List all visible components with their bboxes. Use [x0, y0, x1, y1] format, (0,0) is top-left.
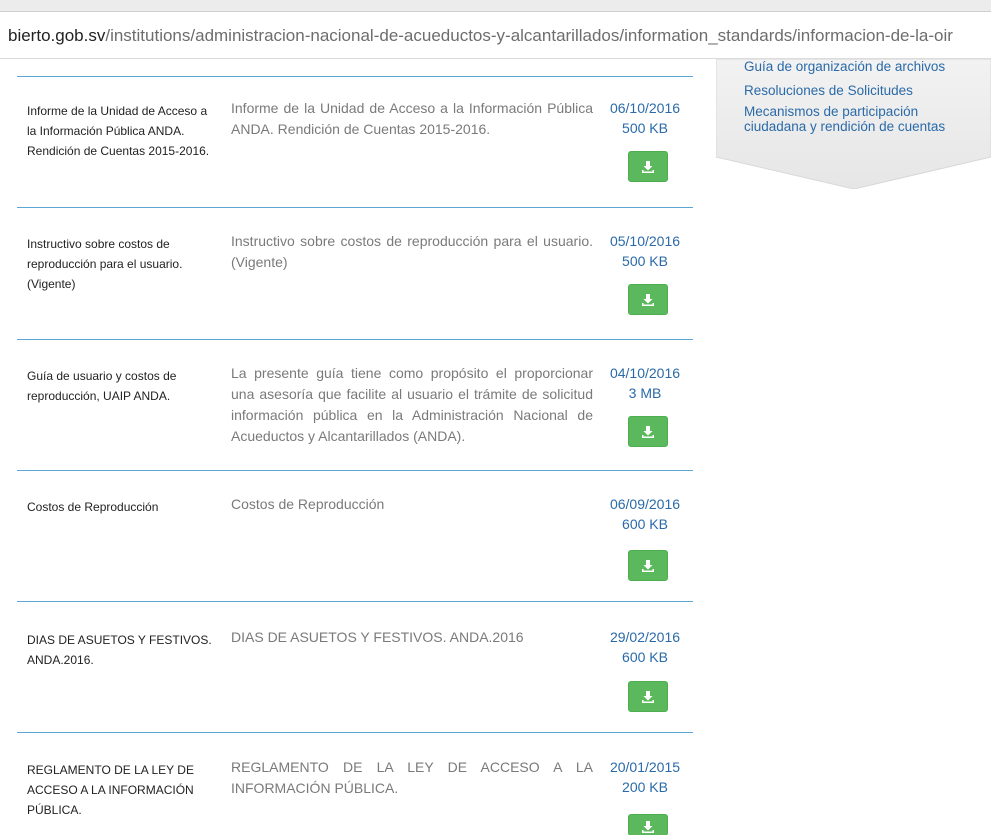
- document-size: 600 KB: [622, 516, 668, 532]
- address-url[interactable]: bierto.gob.sv/institutions/administracio…: [8, 26, 953, 46]
- row-divider: [17, 207, 693, 208]
- document-description: Costos de Reproducción: [231, 496, 385, 512]
- document-description: DIAS DE ASUETOS Y FESTIVOS. ANDA.2016: [231, 629, 524, 645]
- document-date: 29/02/2016: [609, 629, 681, 645]
- document-description: Instructivo sobre costos de reproducción…: [231, 233, 593, 270]
- download-icon: [642, 559, 654, 572]
- document-description: La presente guía tiene como propósito el…: [231, 365, 593, 444]
- row-divider: [17, 339, 693, 340]
- download-icon: [642, 821, 654, 833]
- document-date: 04/10/2016: [609, 365, 681, 381]
- document-size: 600 KB: [622, 649, 668, 665]
- url-host: bierto.gob.sv: [8, 26, 106, 45]
- document-title: Instructivo sobre costos de reproducción…: [27, 237, 183, 291]
- sidebar-link-guia-organizacion-archivos[interactable]: Guía de organización de archivos: [744, 59, 984, 74]
- document-description: REGLAMENTO DE LA LEY DE ACCESO A LA INFO…: [231, 759, 593, 796]
- address-bar[interactable]: bierto.gob.sv/institutions/administracio…: [0, 12, 991, 59]
- download-button[interactable]: [628, 681, 668, 712]
- download-icon: [642, 425, 654, 438]
- row-divider: [17, 732, 693, 733]
- sidebar-link-mecanismos-participacion[interactable]: Mecanismos de participación ciudadana y …: [744, 104, 984, 134]
- document-title: Informe de la Unidad de Acceso a la Info…: [27, 104, 210, 158]
- url-path: /institutions/administracion-nacional-de…: [105, 26, 953, 45]
- document-description: Informe de la Unidad de Acceso a la Info…: [231, 100, 593, 137]
- row-divider: [17, 76, 693, 77]
- download-icon: [642, 690, 654, 703]
- document-title: REGLAMENTO DE LA LEY DE ACCESO A LA INFO…: [27, 763, 194, 817]
- document-date: 20/01/2015: [609, 759, 681, 775]
- download-button[interactable]: [628, 416, 668, 447]
- download-button[interactable]: [628, 814, 668, 835]
- document-size: 200 KB: [622, 779, 668, 795]
- document-title: Costos de Reproducción: [27, 500, 159, 514]
- document-date: 06/09/2016: [609, 496, 681, 512]
- document-date: 06/10/2016: [609, 100, 681, 116]
- download-icon: [642, 293, 654, 306]
- row-divider: [17, 601, 693, 602]
- document-title: Guía de usuario y costos de reproducción…: [27, 369, 177, 403]
- download-icon: [642, 160, 654, 173]
- browser-tab-strip: [0, 0, 991, 12]
- sidebar-link-resoluciones-solicitudes[interactable]: Resoluciones de Solicitudes: [744, 83, 984, 98]
- document-date: 05/10/2016: [609, 233, 681, 249]
- document-size: 500 KB: [622, 120, 668, 136]
- download-button[interactable]: [628, 284, 668, 315]
- sidebar-menu: Guía de organización de archivos Resoluc…: [716, 59, 991, 189]
- document-size: 3 MB: [628, 385, 662, 401]
- download-button[interactable]: [628, 550, 668, 581]
- document-size: 500 KB: [622, 253, 668, 269]
- document-title: DIAS DE ASUETOS Y FESTIVOS. ANDA.2016.: [27, 633, 212, 667]
- row-divider: [17, 470, 693, 471]
- download-button[interactable]: [628, 151, 668, 182]
